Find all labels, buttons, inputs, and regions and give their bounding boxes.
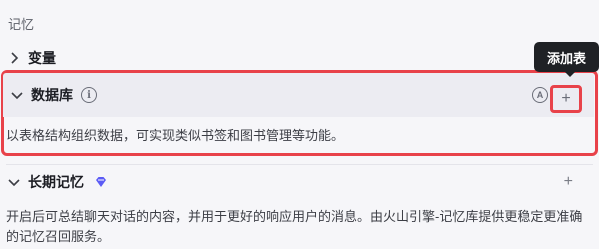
add-table-button[interactable]: +	[550, 85, 582, 113]
long-term-memory-description: 开启后可总结聊天对话的内容，并用于更好的响应用户的消息。由火山引擎-记忆库提供更…	[6, 209, 583, 244]
chevron-down-icon[interactable]	[0, 177, 28, 187]
add-table-tooltip: 添加表	[534, 42, 599, 77]
divider	[6, 164, 593, 165]
database-label: 数据库	[31, 87, 73, 103]
long-term-memory-row[interactable]: 长期记忆 +	[0, 168, 599, 196]
long-term-memory-label: 长期记忆	[28, 174, 84, 190]
premium-diamond-icon	[96, 177, 106, 187]
database-row[interactable]: 数据库 i A	[3, 73, 594, 117]
database-description: 以表格结构组织数据，可实现类似书签和图书管理等功能。	[6, 128, 345, 143]
variables-label: 变量	[28, 50, 56, 66]
chevron-down-icon[interactable]	[3, 90, 31, 100]
info-icon[interactable]: i	[81, 87, 97, 103]
auto-mode-icon[interactable]: A	[532, 87, 548, 103]
chevron-right-icon[interactable]	[0, 52, 28, 64]
section-title: 记忆	[8, 17, 35, 32]
add-long-term-memory-button[interactable]: +	[564, 173, 573, 191]
variables-row[interactable]: 变量	[0, 44, 599, 72]
